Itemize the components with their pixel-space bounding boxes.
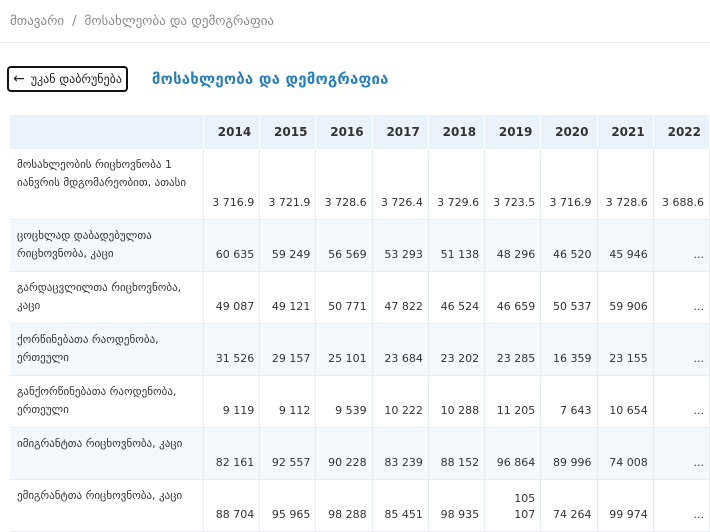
table-cell: 3 721.9 bbox=[259, 149, 317, 220]
table-cell: ... bbox=[653, 479, 710, 532]
table-cell: 56 569 bbox=[315, 219, 373, 272]
table-cell: 3 728.6 bbox=[597, 149, 654, 220]
table-cell: 31 526 bbox=[203, 323, 261, 376]
table-cell: 53 293 bbox=[372, 219, 429, 272]
year-header: 2016 bbox=[315, 115, 373, 149]
table-cell: 3 716.9 bbox=[540, 149, 598, 220]
table-cell: 51 138 bbox=[428, 219, 486, 272]
table-cell: ... bbox=[653, 427, 710, 480]
page-title: მოსახლეობა და დემოგრაფია bbox=[151, 70, 389, 88]
table-cell: 9 539 bbox=[315, 375, 373, 428]
table-cell: 96 864 bbox=[484, 427, 542, 480]
table-cell: 74 008 bbox=[597, 427, 654, 480]
table-cell: 23 202 bbox=[428, 323, 486, 376]
table-cell: 46 524 bbox=[428, 271, 486, 324]
table-cell: 50 537 bbox=[540, 271, 598, 324]
table-cell: ... bbox=[653, 219, 710, 272]
table-cell: 10 222 bbox=[372, 375, 429, 428]
table-cell: 60 635 bbox=[203, 219, 261, 272]
row-label: ცოცხლად დაბადებულთა რიცხოვნობა, კაცი bbox=[10, 219, 204, 272]
table-cell: 88 704 bbox=[203, 479, 261, 532]
year-header: 2018 bbox=[428, 115, 486, 149]
table-cell: 59 249 bbox=[259, 219, 317, 272]
row-label: გარდაცვლილთა რიცხოვნობა, კაცი bbox=[10, 271, 204, 324]
year-header: 2017 bbox=[372, 115, 429, 149]
table-cell: 7 643 bbox=[540, 375, 598, 428]
breadcrumb-separator: / bbox=[72, 13, 77, 29]
table-cell: 3 716.9 bbox=[203, 149, 261, 220]
table-cell: 99 974 bbox=[597, 479, 654, 532]
year-header: 2020 bbox=[540, 115, 598, 149]
table-cell: 46 659 bbox=[484, 271, 542, 324]
table-cell: 11 205 bbox=[484, 375, 542, 428]
table-cell: 10 654 bbox=[597, 375, 654, 428]
row-label: განქორწინებათა რაოდენობა, ერთეული bbox=[10, 375, 204, 428]
table-row: გარდაცვლილთა რიცხოვნობა, კაცი 49 087 49 … bbox=[10, 271, 710, 324]
statistics-table-container: 2014 2015 2016 2017 2018 2019 2020 2021 … bbox=[0, 115, 710, 532]
row-label: იმიგრანტთა რიცხოვნობა, კაცი bbox=[10, 427, 204, 480]
table-cell: 74 264 bbox=[540, 479, 598, 532]
row-label: ემიგრანტთა რიცხოვნობა, კაცი bbox=[10, 479, 204, 532]
table-cell: 59 906 bbox=[597, 271, 654, 324]
table-cell: 82 161 bbox=[203, 427, 261, 480]
table-cell: 3 728.6 bbox=[315, 149, 373, 220]
table-cell: 23 285 bbox=[484, 323, 542, 376]
table-cell: 10 288 bbox=[428, 375, 486, 428]
year-header: 2022 bbox=[653, 115, 710, 149]
page-header: ← უკან დაბრუნება მოსახლეობა და დემოგრაფი… bbox=[0, 43, 710, 115]
back-button[interactable]: ← უკან დაბრუნება bbox=[7, 66, 128, 92]
row-label: ქორწინებათა რაოდენობა, ერთეული bbox=[10, 323, 204, 376]
table-row: იმიგრანტთა რიცხოვნობა, კაცი 82 161 92 55… bbox=[10, 427, 710, 480]
table-cell: 49 121 bbox=[259, 271, 317, 324]
table-cell: 3 723.5 bbox=[484, 149, 542, 220]
table-cell: 9 112 bbox=[259, 375, 317, 428]
year-header: 2019 bbox=[484, 115, 542, 149]
table-cell: 3 726.4 bbox=[372, 149, 429, 220]
back-button-label: უკან დაბრუნება bbox=[30, 72, 122, 86]
table-cell: 98 288 bbox=[315, 479, 373, 532]
table-cell: 92 557 bbox=[259, 427, 317, 480]
table-cell: 50 771 bbox=[315, 271, 373, 324]
breadcrumb: მთავარი / მოსახლეობა და დემოგრაფია bbox=[0, 0, 710, 43]
table-row: ემიგრანტთა რიცხოვნობა, კაცი 88 704 95 96… bbox=[10, 479, 710, 532]
statistics-table: 2014 2015 2016 2017 2018 2019 2020 2021 … bbox=[10, 115, 710, 532]
table-cell: 49 087 bbox=[203, 271, 261, 324]
table-cell: 9 119 bbox=[203, 375, 261, 428]
row-label: მოსახლეობის რიცხოვნობა 1 იანვრის მდგომარ… bbox=[10, 149, 204, 220]
arrow-left-icon: ← bbox=[13, 71, 25, 87]
table-cell: 89 996 bbox=[540, 427, 598, 480]
year-header: 2021 bbox=[597, 115, 654, 149]
table-cell: 88 152 bbox=[428, 427, 486, 480]
table-cell: 25 101 bbox=[315, 323, 373, 376]
table-cell: 3 688.6 bbox=[653, 149, 710, 220]
table-cell: 48 296 bbox=[484, 219, 542, 272]
table-cell: 85 451 bbox=[372, 479, 429, 532]
table-cell: 23 684 bbox=[372, 323, 429, 376]
table-header-row: 2014 2015 2016 2017 2018 2019 2020 2021 … bbox=[10, 115, 710, 149]
table-cell: ... bbox=[653, 271, 710, 324]
table-cell: 16 359 bbox=[540, 323, 598, 376]
table-cell: 23 155 bbox=[597, 323, 654, 376]
year-header: 2015 bbox=[259, 115, 317, 149]
breadcrumb-current: მოსახლეობა და დემოგრაფია bbox=[84, 13, 275, 29]
table-row: ქორწინებათა რაოდენობა, ერთეული 31 526 29… bbox=[10, 323, 710, 376]
table-cell: 83 239 bbox=[372, 427, 429, 480]
table-row: განქორწინებათა რაოდენობა, ერთეული 9 119 … bbox=[10, 375, 710, 428]
table-cell: 98 935 bbox=[428, 479, 486, 532]
table-row: მოსახლეობის რიცხოვნობა 1 იანვრის მდგომარ… bbox=[10, 149, 710, 220]
table-cell: 45 946 bbox=[597, 219, 654, 272]
table-cell: 95 965 bbox=[259, 479, 317, 532]
year-header: 2014 bbox=[203, 115, 261, 149]
table-row: ცოცხლად დაბადებულთა რიცხოვნობა, კაცი 60 … bbox=[10, 219, 710, 272]
breadcrumb-home-link[interactable]: მთავარი bbox=[10, 14, 64, 29]
table-cell: 3 729.6 bbox=[428, 149, 486, 220]
table-cell: 90 228 bbox=[315, 427, 373, 480]
table-cell: 47 822 bbox=[372, 271, 429, 324]
table-cell: 105 107 bbox=[484, 479, 542, 532]
table-cell: ... bbox=[653, 375, 710, 428]
table-cell: 29 157 bbox=[259, 323, 317, 376]
header-label-cell bbox=[10, 115, 204, 149]
table-cell: 46 520 bbox=[540, 219, 598, 272]
table-cell: ... bbox=[653, 323, 710, 376]
